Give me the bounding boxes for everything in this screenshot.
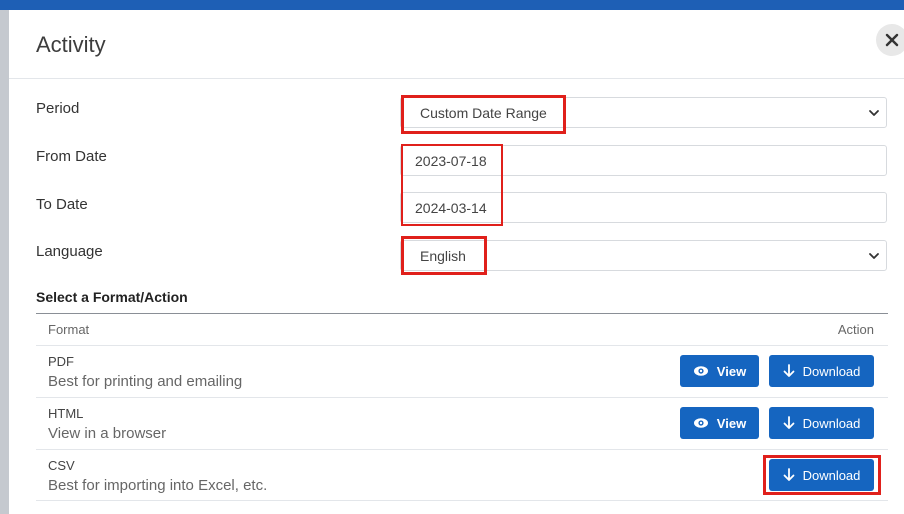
dialog-title: Activity	[36, 32, 106, 57]
row-divider	[36, 449, 888, 450]
language-label: Language	[36, 243, 103, 260]
view-label: View	[716, 415, 747, 431]
close-icon	[885, 33, 899, 47]
download-csv-button[interactable]: Download	[769, 459, 874, 491]
to-date-input[interactable]: 2024-03-14	[400, 192, 887, 223]
arrow-down-icon	[783, 468, 794, 481]
view-html-button[interactable]: View	[680, 407, 759, 439]
eye-icon	[693, 418, 708, 428]
format-description-pdf: Best for printing and emailing	[48, 373, 243, 390]
column-header-format: Format	[48, 322, 90, 337]
format-name-pdf: PDF	[48, 354, 74, 369]
format-name-csv: CSV	[48, 458, 75, 473]
chevron-down-icon	[869, 110, 879, 116]
to-date-value: 2024-03-14	[415, 200, 487, 216]
period-select[interactable]: Custom Date Range	[400, 97, 887, 128]
section-divider	[36, 313, 888, 314]
dialog-header: Activity	[9, 10, 904, 79]
from-date-value: 2023-07-18	[415, 153, 487, 169]
format-section-heading: Select a Format/Action	[36, 289, 188, 305]
download-label: Download	[802, 415, 861, 431]
arrow-down-icon	[783, 416, 794, 429]
period-value: Custom Date Range	[420, 105, 547, 121]
language-value: English	[420, 248, 466, 264]
from-date-input[interactable]: 2023-07-18	[400, 145, 887, 176]
to-date-label: To Date	[36, 196, 88, 213]
row-divider	[36, 345, 888, 346]
top-accent-bar	[0, 0, 904, 10]
format-name-html: HTML	[48, 406, 84, 421]
language-select[interactable]: English	[400, 240, 887, 271]
download-pdf-button[interactable]: Download	[769, 355, 874, 387]
close-button[interactable]	[876, 24, 904, 56]
row-divider	[36, 397, 888, 398]
format-description-csv: Best for importing into Excel, etc.	[48, 477, 268, 494]
format-description-html: View in a browser	[48, 425, 167, 442]
chevron-down-icon	[869, 253, 879, 259]
download-label: Download	[802, 363, 861, 379]
column-header-action: Action	[837, 322, 874, 337]
arrow-down-icon	[783, 364, 794, 377]
period-label: Period	[36, 100, 80, 117]
row-divider	[36, 500, 888, 501]
backdrop-edge	[0, 10, 9, 514]
view-pdf-button[interactable]: View	[680, 355, 759, 387]
view-label: View	[716, 363, 747, 379]
from-date-label: From Date	[36, 148, 107, 165]
eye-icon	[693, 366, 708, 376]
download-label: Download	[802, 467, 861, 483]
download-html-button[interactable]: Download	[769, 407, 874, 439]
